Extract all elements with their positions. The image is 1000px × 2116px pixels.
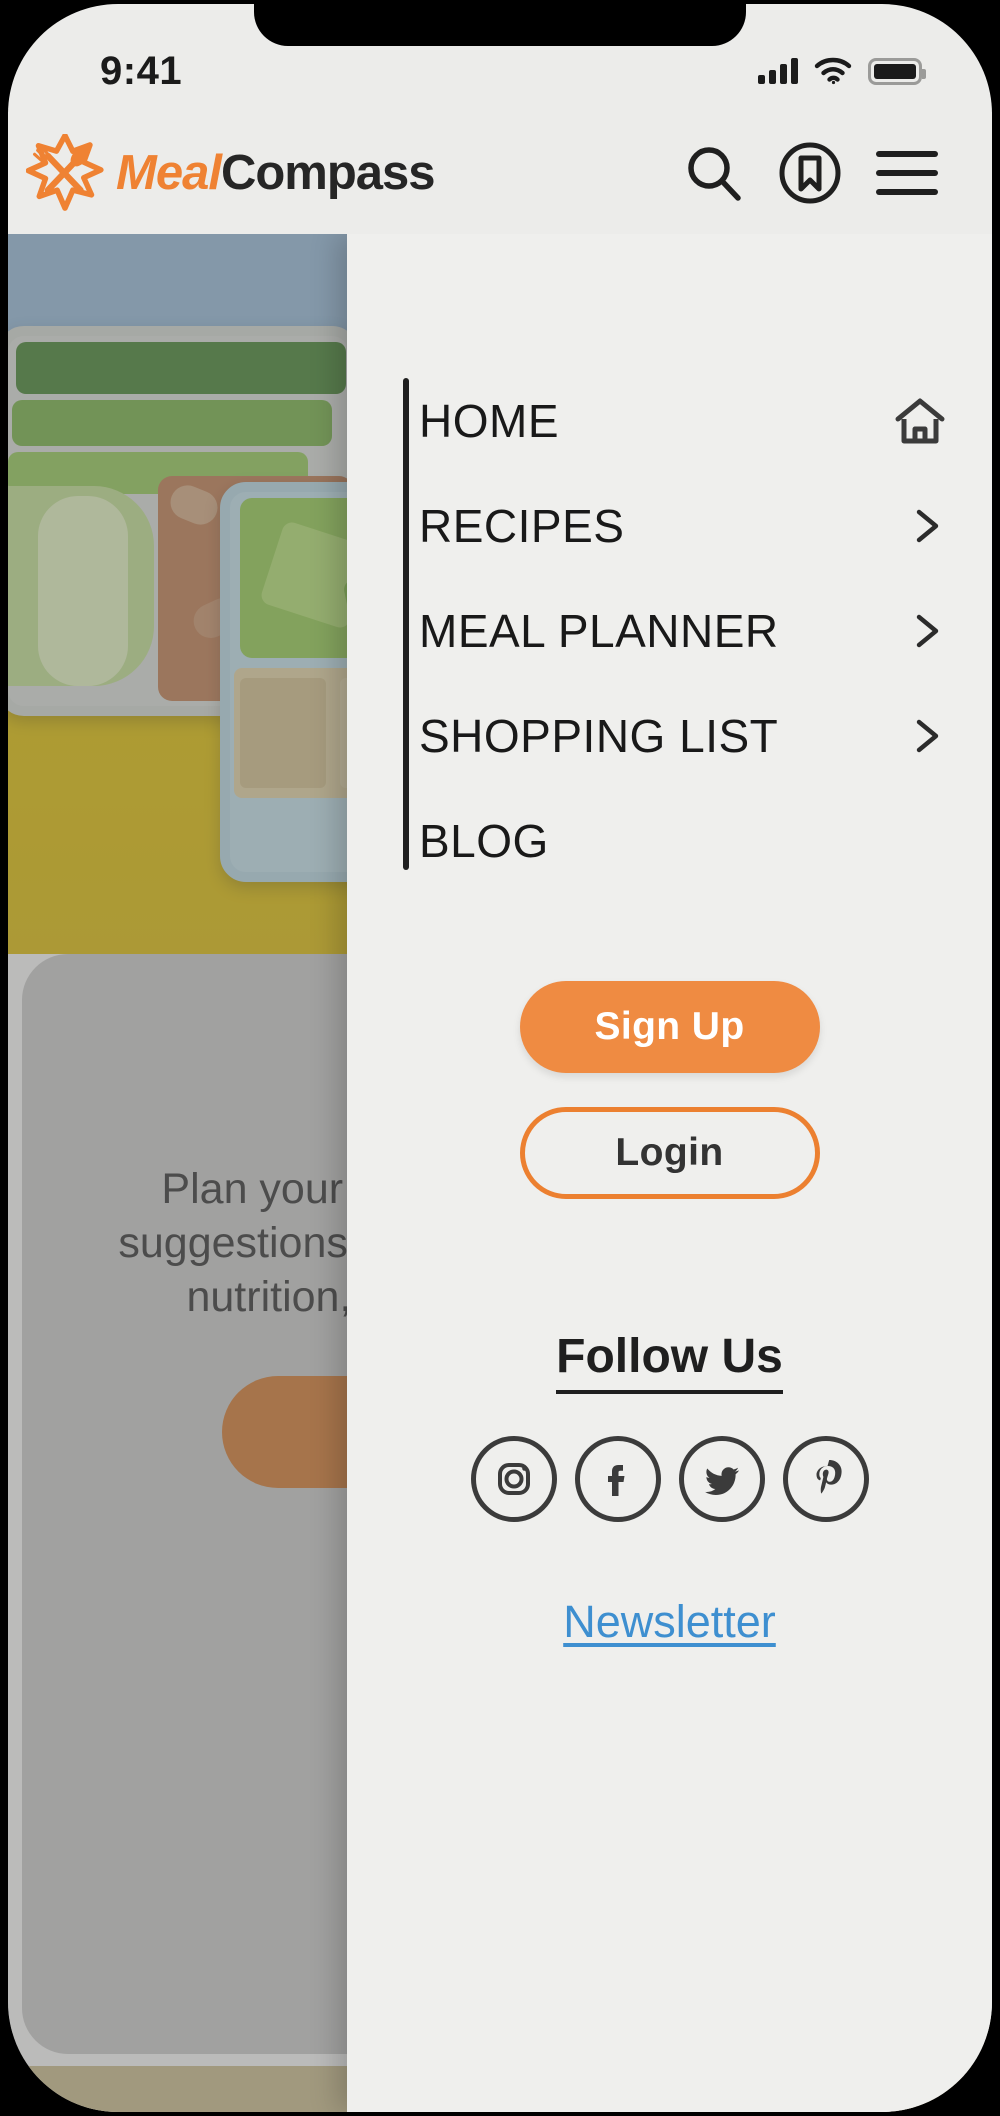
status-bar-icons xyxy=(758,57,926,85)
sidebar-item-label: BLOG xyxy=(419,814,549,867)
brand-name: MealCompass xyxy=(116,145,436,201)
chevron-right-icon xyxy=(916,719,939,752)
brand-name-meal: Meal xyxy=(116,146,222,200)
follow-us-title: Follow Us xyxy=(556,1329,783,1394)
search-icon[interactable] xyxy=(682,142,744,204)
nav-accent-rule xyxy=(403,378,409,870)
social-links xyxy=(347,1436,992,1522)
screenshot-root: 9:41 MealCompass Plan your suggestions, … xyxy=(0,0,1000,2116)
sidebar-item-label: RECIPES xyxy=(419,499,625,552)
cellular-signal-icon xyxy=(758,58,798,84)
hamburger-menu-icon[interactable] xyxy=(876,151,938,195)
newsletter-link[interactable]: Newsletter xyxy=(563,1596,776,1648)
phone-frame: 9:41 MealCompass Plan your suggestions, … xyxy=(8,4,992,2112)
status-time: 9:41 xyxy=(100,48,183,93)
drawer-nav-list: HOME RECIPES MEAL PLANNER SHOPPING LIST … xyxy=(347,368,992,893)
app-header: MealCompass xyxy=(8,112,992,234)
sidebar-item-shopping-list[interactable]: SHOPPING LIST xyxy=(419,683,992,788)
facebook-icon[interactable] xyxy=(574,1436,661,1522)
sidebar-item-recipes[interactable]: RECIPES xyxy=(419,473,992,578)
sidebar-item-blog[interactable]: BLOG xyxy=(419,788,992,893)
follow-us-section: Follow Us Newsletter xyxy=(347,1329,992,1648)
login-button[interactable]: Login xyxy=(519,1107,820,1199)
header-actions xyxy=(682,141,938,205)
battery-full-icon xyxy=(868,57,926,85)
chevron-right-icon xyxy=(916,614,939,647)
navigation-drawer: HOME RECIPES MEAL PLANNER SHOPPING LIST … xyxy=(347,234,992,2112)
auth-buttons: Sign Up Login xyxy=(347,981,992,1199)
sidebar-item-meal-planner[interactable]: MEAL PLANNER xyxy=(419,578,992,683)
instagram-icon[interactable] xyxy=(470,1436,557,1522)
twitter-icon[interactable] xyxy=(678,1436,765,1522)
sidebar-item-label: SHOPPING LIST xyxy=(419,709,779,762)
sidebar-item-home[interactable]: HOME xyxy=(419,368,992,473)
home-icon xyxy=(895,398,945,443)
compass-fork-spoon-logo-icon xyxy=(26,134,104,211)
sidebar-item-label: HOME xyxy=(419,394,559,447)
wifi-icon xyxy=(814,57,852,85)
pinterest-icon[interactable] xyxy=(782,1436,869,1522)
phone-notch xyxy=(254,4,746,46)
brand-logo[interactable]: MealCompass xyxy=(26,134,436,212)
sidebar-item-label: MEAL PLANNER xyxy=(419,604,779,657)
chevron-right-icon xyxy=(916,509,939,542)
bookmark-circle-icon[interactable] xyxy=(778,141,842,205)
brand-name-compass: Compass xyxy=(220,146,436,200)
sign-up-button[interactable]: Sign Up xyxy=(519,981,820,1073)
